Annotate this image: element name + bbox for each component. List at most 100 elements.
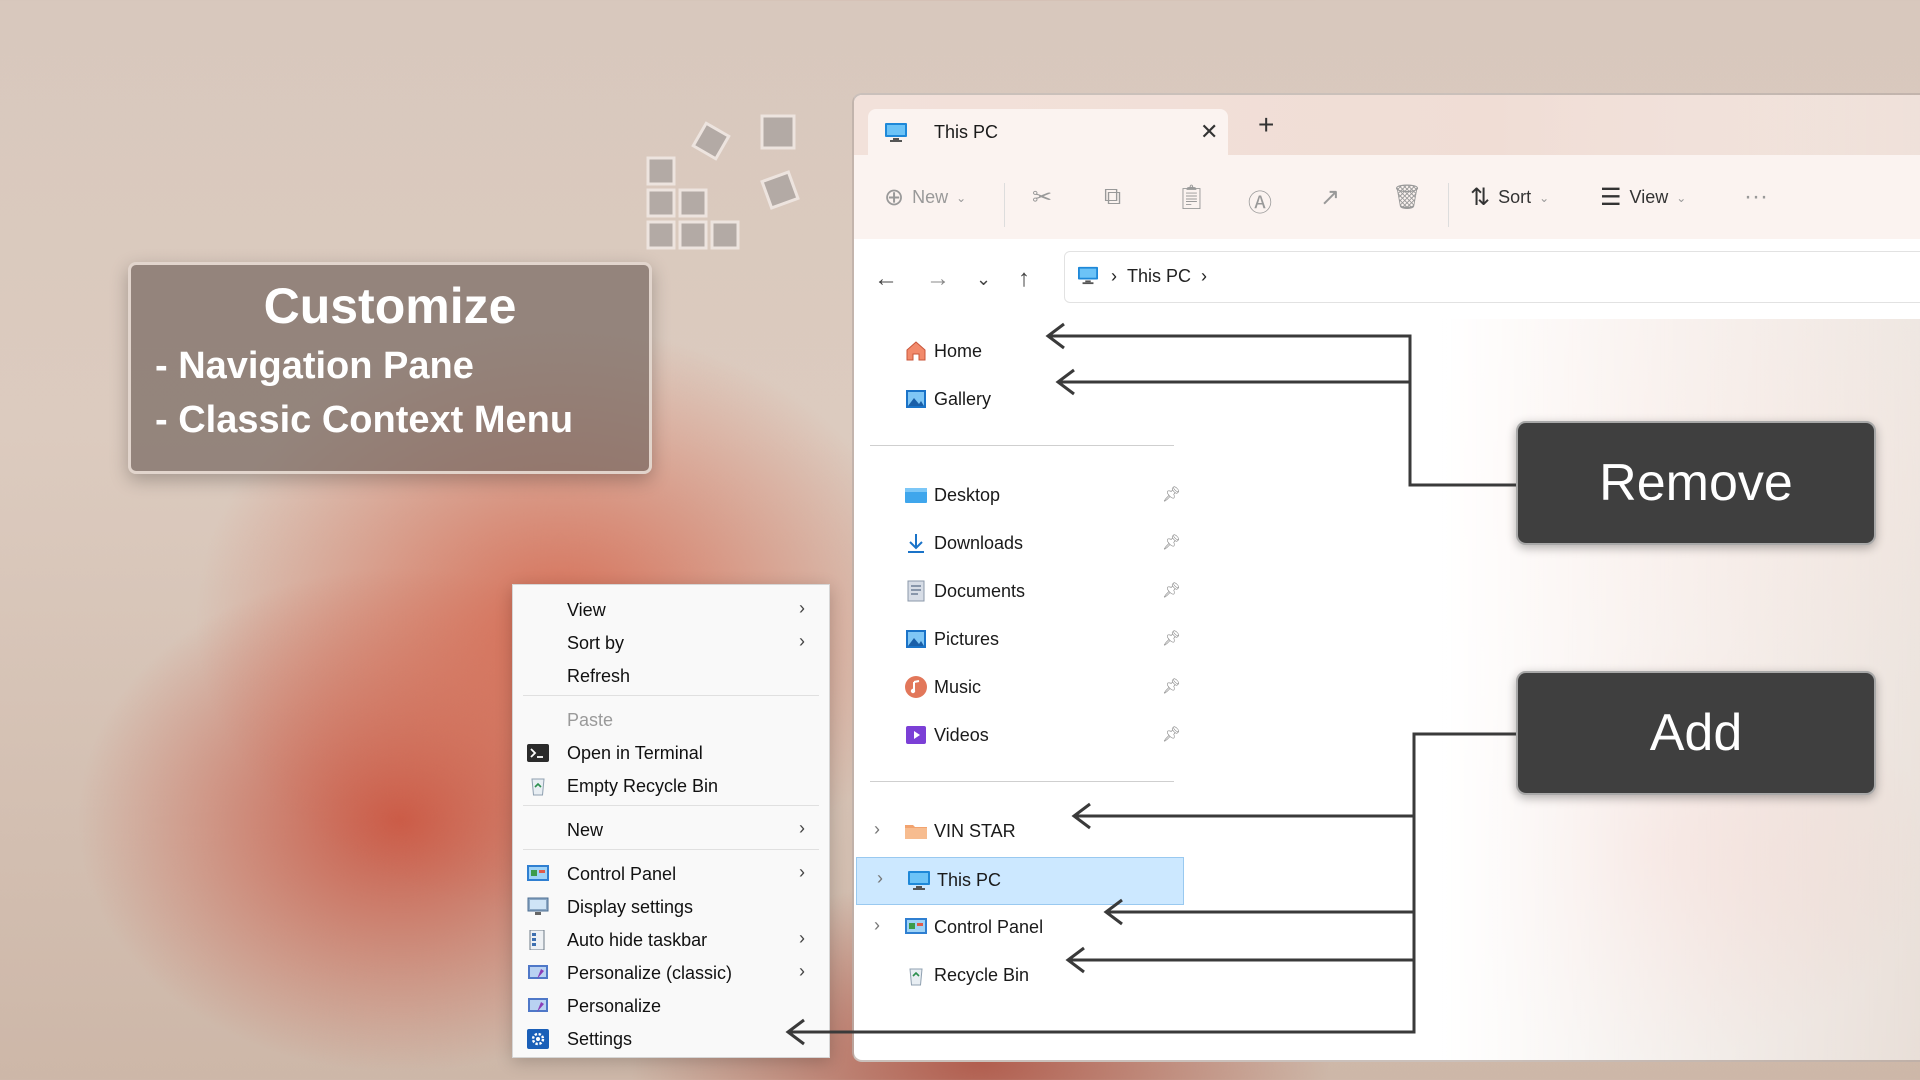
pin-icon[interactable]: 📌︎: [1162, 677, 1181, 695]
nav-item-control-panel[interactable]: › Control Panel: [854, 905, 1184, 951]
nav-item-label: Downloads: [934, 533, 1024, 553]
rename-button[interactable]: Ⓐ: [1248, 183, 1272, 218]
up-arrow-icon[interactable]: ↑: [1018, 265, 1030, 293]
tab-bar: This PC ✕ +: [854, 95, 1920, 155]
menu-item-sort-by[interactable]: Sort by ›: [513, 626, 829, 659]
menu-item-settings[interactable]: Settings: [513, 1022, 829, 1055]
nav-item-pictures[interactable]: Pictures 📌︎: [854, 617, 1184, 663]
pin-icon[interactable]: 📌︎: [1162, 485, 1181, 503]
desktop-folder-icon: [905, 488, 927, 503]
menu-item-empty-recycle-bin[interactable]: Empty Recycle Bin: [513, 769, 829, 802]
menu-item-refresh[interactable]: Refresh: [513, 659, 829, 692]
nav-item-downloads[interactable]: Downloads 📌︎: [854, 521, 1184, 567]
nav-item-videos[interactable]: Videos 📌︎: [854, 713, 1184, 759]
nav-item-documents[interactable]: Documents 📌︎: [854, 569, 1184, 615]
address-bar[interactable]: › This PC ›: [1064, 251, 1920, 303]
pin-icon[interactable]: 📌︎: [1162, 629, 1181, 647]
sort-arrows-icon: ⇅: [1470, 184, 1491, 211]
nav-item-label: Gallery: [934, 389, 992, 409]
toolbar-separator: [1448, 183, 1449, 227]
nav-item-home[interactable]: Home: [854, 329, 1184, 375]
clipboard-icon: 📋︎: [1176, 184, 1207, 211]
tab-this-pc[interactable]: This PC ✕: [868, 109, 1228, 155]
breadcrumb[interactable]: › This PC ›: [1111, 266, 1207, 287]
pin-icon[interactable]: 📌︎: [1162, 581, 1181, 599]
nav-item-label: Videos: [934, 725, 989, 745]
banner-line-navigation-pane: - Navigation Pane: [155, 345, 474, 387]
nav-item-label: Desktop: [934, 485, 1001, 505]
nav-item-this-pc[interactable]: › This PC: [856, 857, 1184, 905]
new-tab-button[interactable]: +: [1258, 109, 1274, 141]
expand-chevron-icon[interactable]: ›: [874, 819, 880, 840]
add-callout: Add: [1516, 671, 1876, 795]
menu-item-label: Open in Terminal: [567, 743, 703, 763]
menu-item-label: Control Panel: [567, 864, 677, 884]
submenu-arrow-icon: ›: [799, 818, 805, 838]
personalize-icon: [528, 965, 548, 979]
cut-button[interactable]: ✂: [1032, 183, 1052, 212]
close-tab-icon[interactable]: ✕: [1200, 119, 1218, 145]
command-bar: ⊕ New ⌄ ✂ ⧉ 📋︎ Ⓐ ↗ 🗑︎ ⇅ Sort ⌄ ☰ View ⌄ …: [854, 155, 1920, 239]
nav-divider: [870, 781, 1174, 782]
copy-button[interactable]: ⧉: [1104, 183, 1121, 211]
menu-item-label: Paste: [567, 710, 614, 730]
menu-item-paste: Paste: [513, 703, 829, 736]
home-icon: [906, 341, 926, 361]
menu-item-label: Personalize (classic): [567, 963, 733, 983]
forward-arrow-icon[interactable]: →: [926, 265, 950, 293]
share-button[interactable]: ↗: [1320, 183, 1340, 212]
nav-item-label: Control Panel: [934, 917, 1044, 937]
control-panel-icon: [905, 918, 927, 934]
downloads-icon: [908, 534, 924, 553]
view-list-icon: ☰: [1600, 184, 1622, 211]
expand-chevron-icon[interactable]: ›: [877, 868, 883, 889]
menu-item-open-in-terminal[interactable]: Open in Terminal: [513, 736, 829, 769]
delete-button[interactable]: 🗑︎: [1392, 183, 1422, 212]
menu-item-personalize-classic[interactable]: Personalize (classic) ›: [513, 956, 829, 989]
this-pc-icon: [1078, 266, 1098, 285]
new-button[interactable]: ⊕ New ⌄: [884, 183, 966, 212]
pin-icon[interactable]: 📌︎: [1162, 725, 1181, 743]
nav-item-label: VIN STAR: [934, 821, 1016, 841]
breadcrumb-this-pc[interactable]: This PC: [1127, 266, 1191, 286]
nav-item-desktop[interactable]: Desktop 📌︎: [854, 473, 1184, 519]
menu-item-view[interactable]: View ›: [513, 593, 829, 626]
rename-icon: Ⓐ: [1248, 190, 1272, 217]
menu-item-label: View: [567, 600, 606, 620]
toolbar-separator: [1004, 183, 1005, 227]
classic-context-menu: View › Sort by › Refresh Paste Open in T…: [512, 584, 830, 1058]
nav-item-music[interactable]: Music 📌︎: [854, 665, 1184, 711]
pin-icon[interactable]: 📌︎: [1162, 533, 1181, 551]
back-arrow-icon[interactable]: ←: [874, 265, 898, 293]
view-button[interactable]: ☰ View ⌄: [1600, 183, 1686, 212]
nav-item-label: Music: [934, 677, 982, 697]
recent-chevron-icon[interactable]: ⌄: [976, 269, 991, 290]
app-logo: [646, 114, 800, 250]
chevron-down-icon: ⌄: [1539, 190, 1550, 205]
nav-item-label: This PC: [937, 870, 1002, 890]
menu-item-label: Refresh: [567, 666, 631, 686]
menu-item-display-settings[interactable]: Display settings: [513, 890, 829, 923]
expand-chevron-icon[interactable]: ›: [874, 915, 880, 936]
nav-item-recycle-bin[interactable]: Recycle Bin: [854, 953, 1184, 999]
paste-button[interactable]: 📋︎: [1176, 183, 1206, 212]
nav-item-vin-star[interactable]: › VIN STAR: [854, 809, 1184, 855]
nav-item-gallery[interactable]: Gallery: [854, 377, 1184, 423]
menu-item-personalize[interactable]: Personalize: [513, 989, 829, 1022]
menu-item-new[interactable]: New ›: [513, 813, 829, 846]
scissors-icon: ✂: [1032, 184, 1053, 211]
see-more-button[interactable]: ···: [1744, 183, 1768, 211]
recycle-bin-icon: [531, 778, 545, 796]
menu-item-auto-hide-taskbar[interactable]: Auto hide taskbar ›: [513, 923, 829, 956]
menu-item-label: Empty Recycle Bin: [567, 776, 719, 796]
menu-item-label: Settings: [567, 1029, 633, 1049]
recycle-bin-icon: [909, 968, 923, 986]
menu-item-control-panel[interactable]: Control Panel ›: [513, 857, 829, 890]
display-icon: [527, 897, 549, 915]
address-row: ← → ⌄ ↑ › This PC ›: [854, 239, 1920, 319]
share-icon: ↗: [1320, 184, 1341, 211]
trash-icon: 🗑︎: [1392, 184, 1423, 211]
sort-button[interactable]: ⇅ Sort ⌄: [1470, 183, 1549, 212]
menu-item-label: New: [567, 820, 604, 840]
banner-title: Customize: [263, 278, 517, 334]
